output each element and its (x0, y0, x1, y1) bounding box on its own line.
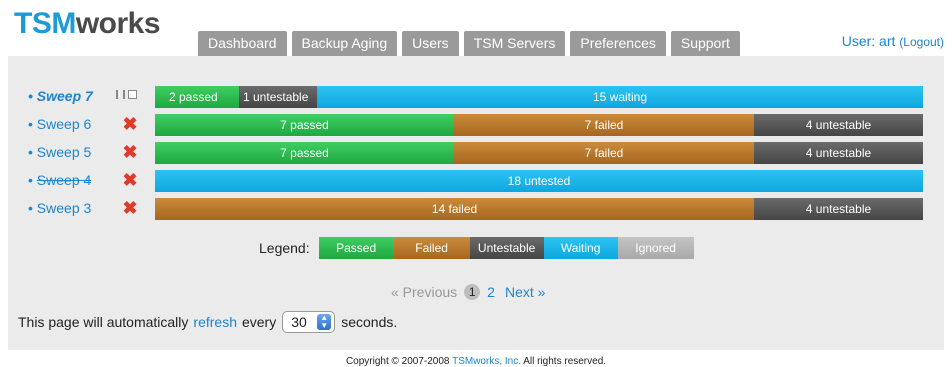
legend-untestable: Untestable (469, 237, 544, 259)
legend-failed: Failed (393, 237, 470, 259)
sweep-link-4[interactable]: • Sweep 4 (28, 172, 91, 188)
rights-text: All rights reserved. (523, 356, 607, 367)
sweep-label: Sweep 3 (36, 200, 92, 216)
tab-tsm-servers[interactable]: TSM Servers (463, 31, 566, 56)
segment-passed: 7 passed (155, 114, 454, 136)
sweep-progress-bar: 2 passed 1 untestable 15 waiting (155, 86, 923, 108)
sweep-row: • Sweep 7 2 passed 1 untestable 15 waiti… (8, 86, 944, 108)
error-x-icon: ✖ (122, 114, 138, 134)
page-2-link[interactable]: 2 (487, 284, 495, 300)
stop-icon[interactable] (128, 90, 137, 99)
segment-untestable: 1 untestable (239, 86, 317, 108)
sweep-row: • Sweep 3 ✖ 14 failed 4 untestable (8, 198, 944, 220)
error-x-icon: ✖ (122, 198, 138, 218)
refresh-interval-value: 30 (291, 314, 307, 330)
legend: Legend: Passed Failed Untestable Waiting… (259, 237, 694, 259)
logout-link[interactable]: (Logout) (899, 35, 944, 49)
tab-users[interactable]: Users (402, 31, 459, 56)
sweep-link-5[interactable]: • Sweep 5 (28, 144, 91, 160)
error-x-icon: ✖ (122, 170, 138, 190)
legend-label: Legend: (259, 240, 310, 256)
logo-works-text: works (75, 7, 161, 40)
legend-ignored: Ignored (617, 237, 694, 259)
select-arrows-icon: ▲ ▼ (317, 314, 332, 330)
sweep-label: Sweep 5 (36, 144, 92, 160)
sweep-progress-bar: 18 untested (155, 170, 923, 192)
pagination: « Previous 1 2 Next » (391, 284, 545, 300)
refresh-link[interactable]: refresh (193, 314, 237, 330)
nav-tabs: Dashboard Backup Aging Users TSM Servers… (198, 31, 740, 56)
sweep-progress-bar: 7 passed 7 failed 4 untestable (155, 114, 923, 136)
copyright-text: Copyright © 2007-2008 (345, 356, 450, 367)
segment-failed: 7 failed (454, 142, 754, 164)
sweep-progress-bar: 7 passed 7 failed 4 untestable (155, 142, 923, 164)
sweeps-panel: • Sweep 7 2 passed 1 untestable 15 waiti… (8, 56, 944, 350)
tsmworks-logo[interactable]: TSMworks (14, 6, 161, 42)
tab-support[interactable]: Support (670, 31, 740, 56)
segment-untested: 18 untested (155, 170, 923, 192)
segment-passed: 2 passed (155, 86, 239, 108)
company-link[interactable]: TSMworks, Inc. (452, 356, 521, 367)
sweep-link-6[interactable]: • Sweep 6 (28, 116, 91, 132)
tab-backup-aging[interactable]: Backup Aging (291, 31, 398, 56)
segment-untestable: 4 untestable (754, 142, 923, 164)
refresh-suffix: seconds. (341, 314, 398, 330)
current-page: 1 (464, 284, 481, 300)
refresh-prefix: This page will automatically (18, 314, 189, 330)
user-label: User: art (841, 33, 896, 49)
legend-passed: Passed (318, 237, 394, 259)
segment-passed: 7 passed (155, 142, 454, 164)
footer: Copyright © 2007-2008 TSMworks, Inc. All… (0, 356, 952, 367)
logo-tsm-text: TSM (14, 7, 76, 40)
sweep-link-7[interactable]: • Sweep 7 (28, 88, 93, 104)
sweep-label: Sweep 6 (36, 116, 92, 132)
previous-link: « Previous (391, 284, 458, 300)
segment-untestable: 4 untestable (754, 198, 923, 220)
sweep-row: • Sweep 4 ✖ 18 untested (8, 170, 944, 192)
sweep-row: • Sweep 5 ✖ 7 passed 7 failed 4 untestab… (8, 142, 944, 164)
segment-failed: 7 failed (454, 114, 754, 136)
refresh-control: This page will automatically refresh eve… (18, 311, 397, 333)
refresh-every: every (241, 314, 277, 330)
segment-untestable: 4 untestable (754, 114, 923, 136)
segment-waiting: 15 waiting (317, 86, 923, 108)
tab-preferences[interactable]: Preferences (570, 31, 666, 56)
sweep-controls (116, 90, 137, 99)
sweep-label: Sweep 4 (36, 172, 92, 188)
next-link[interactable]: Next » (505, 284, 545, 300)
pause-icon[interactable] (116, 90, 125, 99)
sweep-link-3[interactable]: • Sweep 3 (28, 200, 91, 216)
refresh-interval-select[interactable]: 30 ▲ ▼ (282, 311, 336, 333)
user-info: User: art (Logout) (842, 33, 944, 49)
legend-waiting: Waiting (543, 237, 618, 259)
sweep-label: Sweep 7 (36, 88, 93, 104)
sweep-progress-bar: 14 failed 4 untestable (155, 198, 923, 220)
segment-failed: 14 failed (155, 198, 754, 220)
sweep-row: • Sweep 6 ✖ 7 passed 7 failed 4 untestab… (8, 114, 944, 136)
tab-dashboard[interactable]: Dashboard (198, 31, 287, 56)
error-x-icon: ✖ (122, 142, 138, 162)
